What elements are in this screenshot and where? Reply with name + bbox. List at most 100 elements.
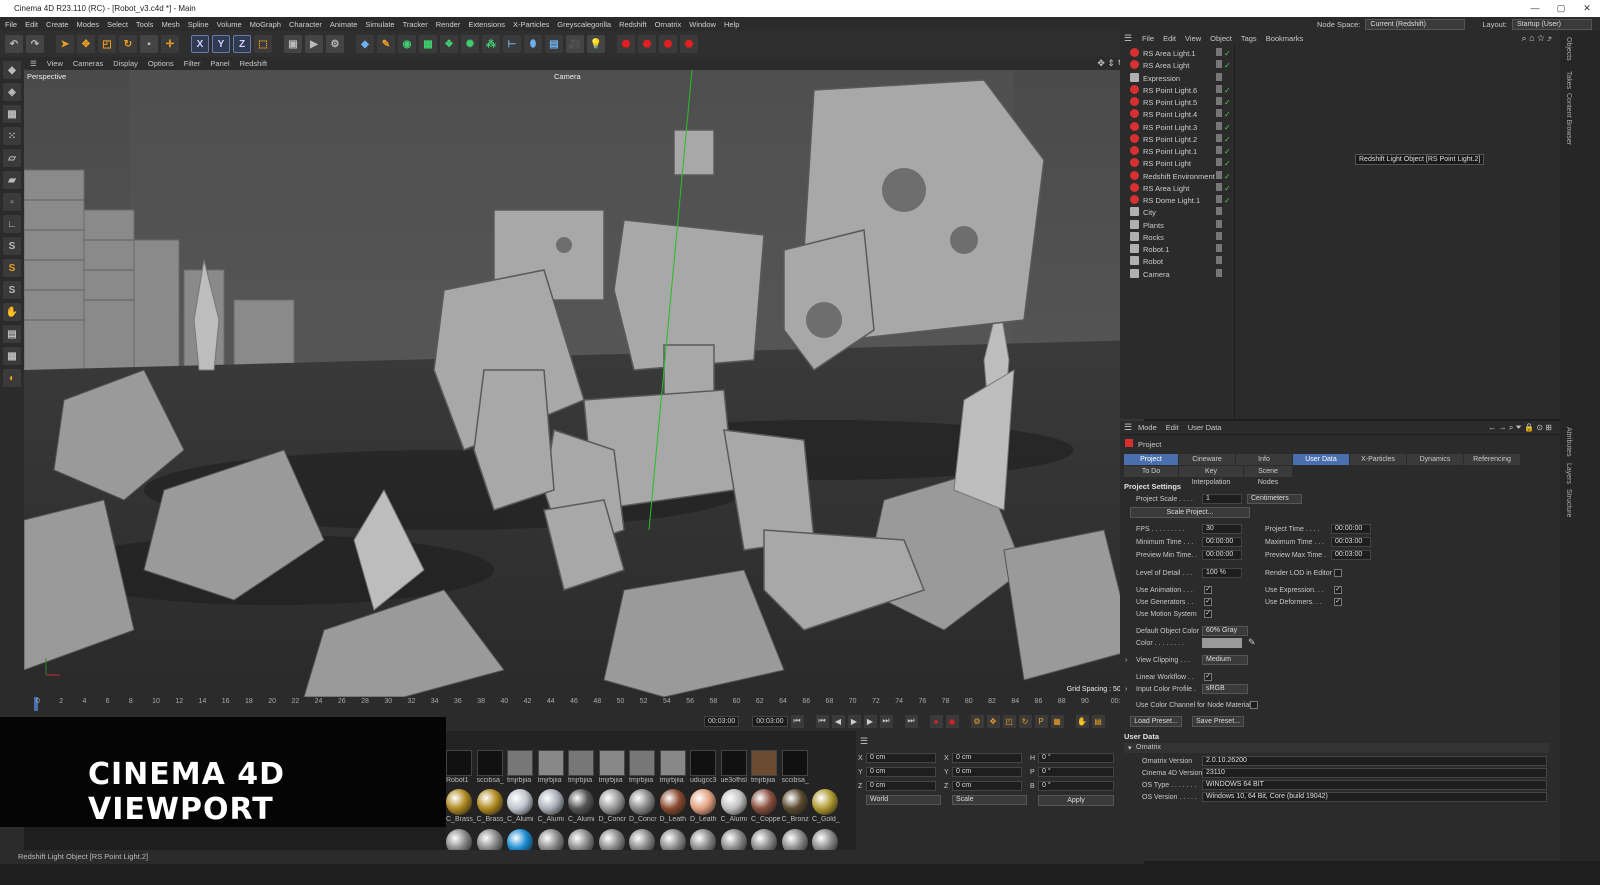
use-motion-checkbox[interactable]: ✓ xyxy=(1204,610,1212,618)
position-y-field[interactable]: 0 cm xyxy=(866,767,936,777)
material-swatch[interactable] xyxy=(751,750,777,776)
project-time-field[interactable]: 00:00:00 xyxy=(1331,524,1371,534)
color-swatch[interactable] xyxy=(1202,638,1242,648)
tab-content-browser[interactable]: Content Browser xyxy=(1565,93,1572,145)
close-icon[interactable]: ✕ xyxy=(1574,0,1600,17)
material-swatch[interactable] xyxy=(568,750,594,776)
menu-item[interactable]: Ornatrix xyxy=(655,20,682,29)
tab-layers[interactable]: Layers xyxy=(1565,463,1572,484)
tab-structure[interactable]: Structure xyxy=(1565,489,1572,517)
enabled-check-icon[interactable]: ✓ xyxy=(1224,196,1231,205)
ornatrix-group-toggle[interactable]: ▾ xyxy=(1128,744,1132,752)
x-axis-lock-icon[interactable]: X xyxy=(191,35,209,53)
render-settings-icon[interactable]: ⚙ xyxy=(326,35,344,53)
use-generators-checkbox[interactable]: ✓ xyxy=(1204,598,1212,606)
tab-takes[interactable]: Takes xyxy=(1565,71,1572,89)
record-icon[interactable]: ● xyxy=(929,714,943,728)
tab-info[interactable]: Info xyxy=(1236,454,1292,465)
grid-icon[interactable]: ▦ xyxy=(3,347,21,365)
render-view-icon[interactable]: ▶ xyxy=(305,35,323,53)
objects-menu-item[interactable]: View xyxy=(1185,34,1201,43)
object-visibility-flags[interactable] xyxy=(1216,72,1246,85)
attributes-menu-item[interactable]: Mode xyxy=(1138,423,1157,432)
object-visibility-flags[interactable]: ✓ xyxy=(1216,84,1246,97)
material-swatch[interactable] xyxy=(446,750,472,776)
tab-to-do[interactable]: To Do xyxy=(1124,466,1178,477)
bend-deformer-icon[interactable]: ✺ xyxy=(461,35,479,53)
material-swatch[interactable] xyxy=(598,750,625,776)
play-icon[interactable]: ▶ xyxy=(847,714,861,728)
eyedropper-icon[interactable]: ✎ xyxy=(1248,637,1256,648)
symmetry-icon[interactable]: S xyxy=(3,281,21,299)
menu-item[interactable]: Simulate xyxy=(365,20,394,29)
expand-arrow-icon[interactable]: › xyxy=(1125,686,1127,693)
attributes-menu-item[interactable]: Edit xyxy=(1166,423,1179,432)
timeline-window-icon[interactable]: ▤ xyxy=(1091,714,1105,728)
enabled-check-icon[interactable]: ✓ xyxy=(1224,61,1231,70)
redshift-ipr-icon[interactable]: ⬣ xyxy=(638,35,656,53)
size-z-field[interactable]: 0 cm xyxy=(952,781,1022,791)
field-icon[interactable]: ⊢ xyxy=(503,35,521,53)
maximize-icon[interactable]: ▢ xyxy=(1548,0,1574,17)
redshift-material-icon[interactable]: ⬣ xyxy=(659,35,677,53)
object-visibility-flags[interactable] xyxy=(1216,256,1246,268)
enabled-check-icon[interactable]: ✓ xyxy=(1224,159,1231,168)
workplane-icon[interactable]: ▤ xyxy=(3,325,21,343)
expand-arrow-icon[interactable]: › xyxy=(1125,657,1127,664)
material-swatch[interactable] xyxy=(476,750,503,776)
material-swatch[interactable] xyxy=(507,789,533,815)
viewport-menu-item[interactable]: Panel xyxy=(210,59,229,68)
menu-item[interactable]: Select xyxy=(107,20,128,29)
material-swatch[interactable] xyxy=(629,789,655,815)
menu-item[interactable]: X-Particles xyxy=(513,20,549,29)
load-preset-button[interactable]: Load Preset... xyxy=(1130,716,1182,727)
ornatrix-version-field[interactable]: 2.0.10.26200 xyxy=(1202,756,1547,766)
subdivision-icon[interactable]: ◉ xyxy=(398,35,416,53)
key-scale-icon[interactable]: ◰ xyxy=(1002,714,1016,728)
object-visibility-flags[interactable] xyxy=(1216,244,1246,256)
preview-min-field[interactable]: 00:00:00 xyxy=(1202,550,1242,560)
object-visibility-flags[interactable]: ✓ xyxy=(1216,158,1246,170)
undo-icon[interactable]: ↶ xyxy=(5,35,23,53)
model-mode-icon[interactable]: ◈ xyxy=(3,83,21,101)
menu-item[interactable]: Redshift xyxy=(619,20,647,29)
objects-menu-item[interactable]: Bookmarks xyxy=(1266,34,1304,43)
z-axis-lock-icon[interactable]: Z xyxy=(233,35,251,53)
menu-item[interactable]: Spline xyxy=(188,20,209,29)
menu-item[interactable]: File xyxy=(5,20,17,29)
object-visibility-flags[interactable]: ✓ xyxy=(1216,97,1246,109)
viewport-menu-item[interactable]: Redshift xyxy=(240,59,268,68)
viewport-menu-item[interactable]: Cameras xyxy=(73,59,103,68)
enabled-check-icon[interactable]: ✓ xyxy=(1224,98,1231,107)
3d-viewport[interactable]: Perspective Camera Grid Spacing : 500 cm xyxy=(24,70,1144,697)
cloner-icon[interactable]: ▦ xyxy=(419,35,437,53)
lock-workplane-icon[interactable]: ◐ xyxy=(3,369,21,387)
material-swatch[interactable] xyxy=(781,750,808,776)
color-channel-checkbox[interactable] xyxy=(1250,701,1258,709)
render-region-icon[interactable]: ▣ xyxy=(284,35,302,53)
apply-button[interactable]: Apply xyxy=(1038,795,1114,806)
coords-menu-icon[interactable]: ☰ xyxy=(860,736,868,747)
object-visibility-flags[interactable]: ✓ xyxy=(1216,48,1246,60)
viewport-menu-item[interactable]: Filter xyxy=(184,59,201,68)
rotation-p-field[interactable]: 0 ° xyxy=(1038,767,1114,777)
object-visibility-flags[interactable]: ✓ xyxy=(1216,60,1246,72)
tab-key-interpolation[interactable]: Key Interpolation xyxy=(1179,466,1243,486)
keyframe-selection-icon[interactable]: ⚙ xyxy=(970,714,984,728)
soft-selection-icon[interactable]: S xyxy=(3,259,21,277)
objects-menu-item[interactable]: Object xyxy=(1210,34,1232,43)
prev-key-icon[interactable]: ⏮ xyxy=(815,714,829,728)
rotation-h-field[interactable]: 0 ° xyxy=(1038,753,1114,763)
redo-icon[interactable]: ↷ xyxy=(26,35,44,53)
object-visibility-flags[interactable]: ✓ xyxy=(1216,182,1246,195)
enabled-check-icon[interactable]: ✓ xyxy=(1224,172,1231,181)
object-visibility-flags[interactable] xyxy=(1216,207,1246,219)
key-rotation-icon[interactable]: ↻ xyxy=(1018,714,1032,728)
layout-select[interactable]: Startup (User) xyxy=(1512,18,1592,30)
object-visibility-flags[interactable]: ✓ xyxy=(1216,133,1246,146)
paint-tool-icon[interactable]: ✋ xyxy=(3,303,21,321)
fps-field[interactable]: 30 xyxy=(1202,524,1242,534)
material-swatch[interactable] xyxy=(720,789,747,815)
tab-cineware[interactable]: Cineware xyxy=(1179,454,1235,465)
object-visibility-flags[interactable] xyxy=(1216,231,1246,244)
